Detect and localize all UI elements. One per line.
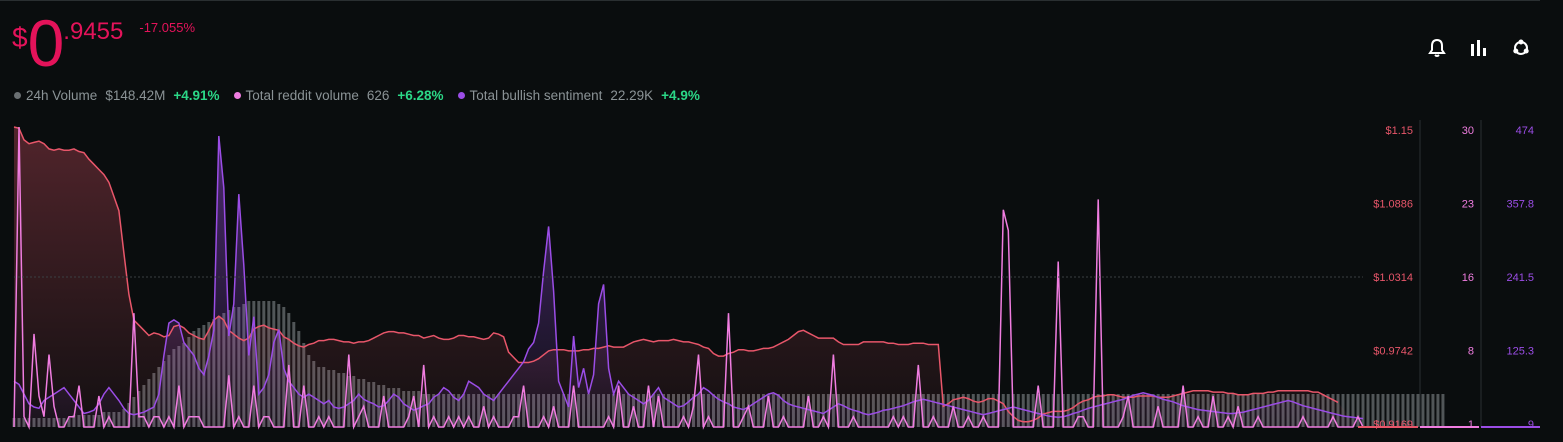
reddit-tick-label: 23 xyxy=(1462,199,1474,211)
legend: 24h Volume $148.42M +4.91% Total reddit … xyxy=(14,88,714,103)
reddit-tick-label: 16 xyxy=(1462,272,1474,284)
volume-dot xyxy=(14,92,21,99)
price-tick-label: $1.0886 xyxy=(1373,199,1413,211)
bell-icon[interactable] xyxy=(1425,36,1449,60)
price-tick-label: $1.15 xyxy=(1385,125,1413,137)
legend-item-volume[interactable]: 24h Volume $148.42M +4.91% xyxy=(14,88,220,103)
volume-bar xyxy=(1441,394,1445,427)
price-display: $ 0 .9455 -17.055% xyxy=(12,10,196,76)
volume-bar xyxy=(1431,394,1435,427)
legend-label: Total bullish sentiment xyxy=(469,88,603,103)
volume-bar xyxy=(1361,394,1365,427)
volume-bar xyxy=(1436,394,1440,427)
volume-bar xyxy=(1366,394,1370,427)
volume-bar xyxy=(1416,394,1420,427)
share-icon[interactable] xyxy=(1509,36,1533,60)
legend-value: 22.29K xyxy=(610,88,654,103)
price-decimal: .9455 xyxy=(63,18,124,45)
legend-change: +4.91% xyxy=(173,88,220,103)
legend-value: 626 xyxy=(366,88,390,103)
top-border xyxy=(0,0,1540,1)
bullish-tick-label: 125.3 xyxy=(1506,346,1534,358)
legend-label: 24h Volume xyxy=(26,88,98,103)
reddit-tick-label: 8 xyxy=(1468,346,1474,358)
bar-chart-icon[interactable] xyxy=(1467,36,1491,60)
volume-bar xyxy=(1426,394,1430,427)
legend-value: $148.42M xyxy=(105,88,166,103)
main-chart[interactable]: $1.15 $1.0886 $1.0314 $0.9742 $0.9169 30 23 16 8… xyxy=(0,115,1563,442)
price-currency: $ xyxy=(12,22,28,53)
reddit-tick-label: 30 xyxy=(1462,125,1474,137)
price-tick-label: $0.9742 xyxy=(1373,346,1413,358)
bullish-dot xyxy=(457,92,465,99)
reddit-tick-label: 1 xyxy=(1468,419,1474,431)
legend-item-reddit[interactable]: Total reddit volume 626 +6.28% xyxy=(233,88,444,103)
legend-label: Total reddit volume xyxy=(245,88,359,103)
toolbar xyxy=(1425,36,1533,60)
legend-change: +4.9% xyxy=(661,88,700,103)
bullish-tick-label: 241.5 xyxy=(1506,272,1534,284)
price-integer: 0 xyxy=(27,6,65,80)
bullish-tick-label: 9 xyxy=(1528,419,1534,431)
legend-item-bullish[interactable]: Total bullish sentiment 22.29K +4.9% xyxy=(457,88,700,103)
bullish-tick-label: 357.8 xyxy=(1506,199,1534,211)
price-tick-label: $1.0314 xyxy=(1373,272,1413,284)
volume-bar xyxy=(1421,394,1425,427)
price-tick-label: $0.9169 xyxy=(1373,419,1413,431)
bullish-tick-label: 474 xyxy=(1516,125,1534,137)
legend-change: +6.28% xyxy=(397,88,444,103)
axes: $1.15 $1.0886 $1.0314 $0.9742 $0.9169 30 23 16 8… xyxy=(1358,120,1540,431)
price-change: -17.055% xyxy=(139,20,196,35)
reddit-dot xyxy=(233,92,241,99)
